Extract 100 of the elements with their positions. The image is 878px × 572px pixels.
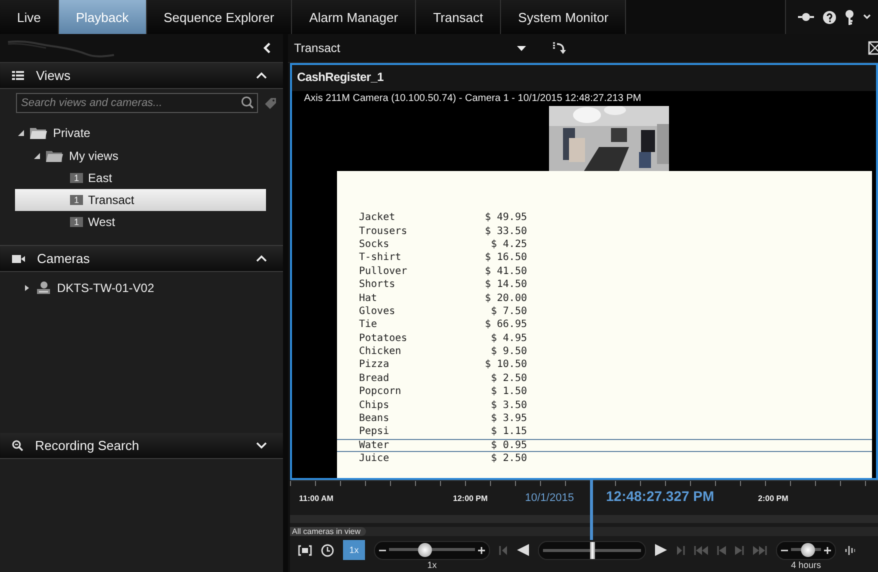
recording-search-header[interactable]: Recording Search (0, 433, 283, 459)
receipt-price: $ 14.50 (484, 279, 527, 290)
collapse-icon[interactable] (263, 42, 271, 54)
timeline-track[interactable] (290, 515, 878, 523)
chevron-down-icon[interactable] (863, 14, 871, 20)
chevron-icon[interactable] (256, 442, 267, 449)
folder-icon (30, 126, 47, 138)
clock-icon[interactable] (321, 544, 334, 556)
tag-icon[interactable] (264, 96, 277, 110)
receipt-price: $ 7.50 (490, 306, 527, 317)
expand-arrow-icon[interactable] (18, 130, 24, 136)
skip-start-icon[interactable] (694, 546, 708, 554)
expand-arrow-icon[interactable] (24, 284, 30, 290)
timeline-date: 10/1/2015 (525, 492, 574, 504)
waveform-icon[interactable] (845, 546, 855, 554)
plus-icon[interactable] (824, 546, 831, 554)
help-icon[interactable] (823, 10, 836, 24)
receipt-item: Tie (359, 319, 378, 330)
expand-arrow-icon[interactable] (34, 152, 40, 158)
receipt-item: Beans (359, 413, 390, 424)
receipt-price: $ 16.50 (484, 252, 527, 264)
camera-item[interactable]: DKTS-TW-01-V02 (57, 280, 154, 294)
maximize-icon[interactable] (868, 41, 878, 55)
tree-item[interactable]: Private (53, 126, 90, 140)
timeline-track[interactable]: All cameras in view (290, 527, 878, 536)
tree-item[interactable]: My views (69, 148, 118, 162)
play-icon[interactable] (655, 544, 667, 556)
plus-icon[interactable] (478, 546, 485, 554)
receipt-item: Popcorn (359, 386, 402, 398)
jog-slider[interactable] (543, 542, 641, 558)
receipt-item: Gloves (359, 306, 396, 317)
view-name: West (88, 215, 116, 229)
receipt-price: $ 49.95 (484, 212, 527, 224)
section-title: Recording Search (35, 438, 140, 453)
chevron-icon[interactable] (256, 255, 267, 262)
receipt-price: $ 2.50 (490, 372, 527, 384)
time-label: 2:00 PM (758, 494, 788, 503)
receipt-item: Potatoes (359, 332, 408, 344)
receipt-item: Chicken (359, 346, 402, 358)
receipt-item: Socks (359, 238, 390, 250)
zoom-icon (12, 440, 23, 451)
main-tab[interactable]: System Monitor (501, 0, 626, 34)
slider-thumb[interactable] (590, 542, 595, 558)
receipt-price: $ 2.50 (490, 453, 527, 464)
view-item[interactable]: 1 East (15, 167, 266, 189)
current-time: 12:48:27.327 PM (606, 488, 714, 504)
receipt-item: Pepsi (359, 426, 390, 438)
receipt-item: Hat (359, 292, 378, 304)
folder-icon (46, 150, 63, 162)
section-title: Views (36, 68, 72, 83)
view-name: Transact (88, 193, 134, 207)
frame-icon[interactable] (298, 544, 312, 556)
layout-badge: 1 (70, 173, 84, 183)
scope-label[interactable]: All cameras in view (290, 527, 366, 536)
receipt-price: $ 33.50 (484, 226, 527, 237)
cameras-header[interactable]: Cameras (0, 245, 283, 272)
receipt-price: $ 9.50 (490, 346, 527, 358)
receipt-item: Pullover (359, 266, 408, 277)
layout-badge: 1 (70, 217, 84, 227)
main-tab[interactable]: Sequence Explorer (146, 0, 292, 34)
receipt-price: $ 66.95 (484, 319, 527, 330)
search-field[interactable]: Search views and cameras... (16, 93, 258, 113)
views-header[interactable]: Views (0, 63, 283, 89)
receipt-price: $ 4.95 (490, 332, 527, 344)
caret-icon (517, 46, 526, 50)
receipt-item: Chips (359, 400, 390, 411)
main-tab[interactable]: Transact (416, 0, 502, 34)
receipt-item: Jacket (359, 212, 396, 224)
receipt-item: Shorts (359, 279, 396, 290)
receipt-price: $ 1.50 (490, 386, 527, 398)
receipt-price: $ 20.00 (484, 292, 527, 304)
pin-icon[interactable] (798, 12, 814, 22)
key-icon[interactable] (845, 10, 854, 24)
receipt-price: $ 0.95 (490, 440, 527, 451)
section-title: Cameras (37, 251, 91, 266)
zoom-reading: 4 hours (790, 560, 822, 570)
slider-thumb[interactable] (800, 543, 814, 557)
play-reverse-icon[interactable] (517, 544, 529, 556)
receipt-price: $ 1.15 (490, 426, 527, 438)
chevron-icon[interactable] (256, 72, 267, 79)
layout-badge: 1 (70, 195, 84, 205)
camera-title: CashRegister_1 (292, 65, 876, 91)
view-item[interactable]: 1 West (15, 211, 266, 233)
slider-thumb[interactable] (418, 543, 432, 557)
export-icon[interactable] (552, 42, 566, 54)
receipt-price: $ 10.50 (484, 359, 527, 370)
time-label: 12:00 PM (453, 494, 488, 503)
receipt-item: Water (359, 440, 390, 451)
view-selector[interactable]: Transact (294, 41, 532, 55)
receipt-item: T-shirt (359, 252, 402, 264)
search-icon (241, 96, 254, 109)
main-tab[interactable]: Alarm Manager (292, 0, 416, 34)
view-item[interactable]: 1 Transact (15, 189, 266, 211)
time-label: 11:00 AM (299, 494, 334, 503)
main-tab[interactable]: Live (0, 0, 59, 34)
grid-icon (12, 71, 24, 80)
camera-icon (12, 254, 25, 262)
receipt-item: Juice (359, 453, 390, 464)
camera-info: Axis 211M Camera (10.100.50.74) - Camera 1 - 10/1/2015 12:48:27.213 PM (303, 92, 642, 105)
receipt-item: Pizza (359, 359, 390, 370)
